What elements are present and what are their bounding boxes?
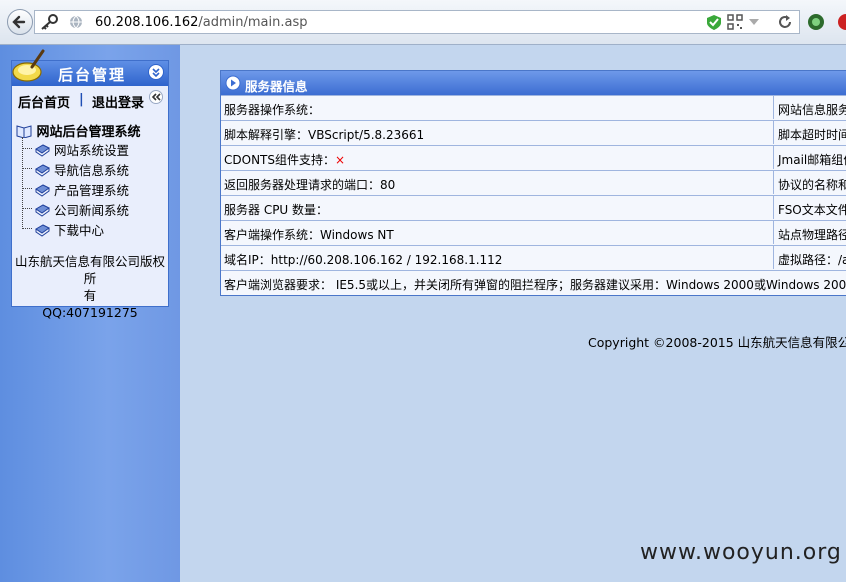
row-label: 返回服务器处理请求的端口：80 xyxy=(224,178,396,192)
row-label-right: 站点物理路径 xyxy=(778,228,846,242)
copyright-line: 有 xyxy=(83,288,97,303)
qr-code-icon[interactable] xyxy=(727,14,743,30)
table-row: 服务器操作系统： 网站信息服务 xyxy=(221,95,846,119)
tree-root-label: 网站后台管理系统 xyxy=(36,125,141,140)
tree-branch xyxy=(22,228,32,229)
server-info-table: 服务器信息 服务器操作系统： 网站信息服务 脚本解释引擎：VBScript/5.… xyxy=(220,70,846,296)
refresh-icon[interactable] xyxy=(777,14,793,30)
tree-connector xyxy=(22,137,23,229)
collapse-sidebar-button[interactable] xyxy=(149,90,163,104)
tree-branch xyxy=(22,168,32,169)
book-icon xyxy=(35,164,50,177)
column-divider xyxy=(773,221,774,244)
table-row: 返回服务器处理请求的端口：80 协议的名称和 xyxy=(221,170,846,194)
row-label-right: 虚拟路径：/a xyxy=(778,253,846,267)
sidebar-copyright: 山东航天信息有限公司版权所 有 QQ:407191275 xyxy=(12,253,168,321)
column-divider xyxy=(773,146,774,169)
row-label-right: FSO文本文件 xyxy=(778,203,846,217)
tree-branch xyxy=(22,208,32,209)
table-header: 服务器信息 xyxy=(221,71,846,95)
table-row: 客户端操作系统：Windows NT 站点物理路径 xyxy=(221,220,846,244)
row-label: 域名IP：http://60.208.106.162 / 192.168.1.1… xyxy=(224,253,503,267)
table-row: 客户端浏览器要求： IE5.5或以上，并关闭所有弹窗的阻拦程序；服务器建议采用：… xyxy=(221,270,846,296)
browser-toolbar: 60.208.106.162/admin/main.asp xyxy=(0,0,846,45)
play-circle-icon xyxy=(225,75,241,91)
link-separator: | xyxy=(79,92,84,107)
shield-icon[interactable] xyxy=(706,14,722,31)
tree-item-news[interactable]: 公司新闻系统 xyxy=(34,200,129,219)
book-icon xyxy=(35,204,50,217)
double-chevron-left-icon xyxy=(151,93,161,101)
row-label: CDONTS组件支持：× xyxy=(224,151,345,168)
menu-title: 后台管理 xyxy=(58,66,127,84)
row-label-right: 脚本超时时间 xyxy=(778,128,846,142)
url-text[interactable]: 60.208.106.162/admin/main.asp xyxy=(95,15,308,30)
row-label: 脚本解释引擎：VBScript/5.8.23661 xyxy=(224,128,425,142)
tree-item-label: 产品管理系统 xyxy=(53,183,129,198)
globe-icon xyxy=(70,15,82,29)
book-icon xyxy=(35,224,50,237)
row-label: 客户端操作系统：Windows NT xyxy=(224,228,394,242)
table-row: 脚本解释引擎：VBScript/5.8.23661 脚本超时时间 xyxy=(221,120,846,144)
double-chevron-down-icon xyxy=(152,68,160,78)
url-path: /admin/main.asp xyxy=(198,15,308,30)
tree-root[interactable]: 网站后台管理系统 xyxy=(16,121,141,140)
row-label-right: 协议的名称和 xyxy=(778,178,846,192)
tree-item-downloads[interactable]: 下载中心 xyxy=(34,220,104,239)
contact-qq: QQ:407191275 xyxy=(42,305,138,320)
tree-item-products[interactable]: 产品管理系统 xyxy=(34,180,129,199)
book-icon xyxy=(35,184,50,197)
column-divider xyxy=(773,171,774,194)
tree-item-navigation[interactable]: 导航信息系统 xyxy=(34,160,129,179)
tree-item-label: 公司新闻系统 xyxy=(53,203,129,218)
unsupported-mark: × xyxy=(335,153,346,167)
dropdown-arrow-icon[interactable] xyxy=(748,18,760,28)
menu-quick-links: 后台首页 | 退出登录 xyxy=(12,88,168,111)
partial-toolbar-icon[interactable] xyxy=(834,12,846,32)
admin-logo-icon xyxy=(12,49,45,82)
key-icon xyxy=(41,14,58,30)
address-bar[interactable]: 60.208.106.162/admin/main.asp xyxy=(34,10,800,34)
tree-branch xyxy=(22,148,32,149)
home-link[interactable]: 后台首页 xyxy=(18,92,70,111)
copyright-line: 山东航天信息有限公司版权所 xyxy=(14,254,165,286)
footer-copyright: Copyright ©2008-2015 山东航天信息有限公司 xyxy=(588,335,846,350)
table-row: 域名IP：http://60.208.106.162 / 192.168.1.1… xyxy=(221,245,846,269)
book-icon xyxy=(35,144,50,157)
browser-requirement: 客户端浏览器要求： IE5.5或以上，并关闭所有弹窗的阻拦程序；服务器建议采用：… xyxy=(224,278,846,292)
tree-item-label: 下载中心 xyxy=(53,223,104,238)
column-divider xyxy=(773,246,774,269)
logout-link[interactable]: 退出登录 xyxy=(92,92,144,111)
column-divider xyxy=(773,96,774,119)
table-row: 服务器 CPU 数量： FSO文本文件 xyxy=(221,195,846,219)
collapse-menu-button[interactable] xyxy=(148,64,164,80)
row-label-text: CDONTS组件支持： xyxy=(224,153,335,167)
extension-icon[interactable] xyxy=(806,12,826,32)
watermark: www.wooyun.org xyxy=(640,540,842,565)
back-arrow-icon xyxy=(12,15,26,29)
tree-item-label: 导航信息系统 xyxy=(53,163,129,178)
tree-item-label: 网站系统设置 xyxy=(53,143,129,158)
column-divider xyxy=(773,196,774,219)
tree-branch xyxy=(22,188,32,189)
open-book-icon xyxy=(16,125,32,139)
table-title: 服务器信息 xyxy=(245,79,308,94)
back-button[interactable] xyxy=(7,9,33,35)
row-label-right: Jmail邮箱组件 xyxy=(778,153,846,167)
row-label: 服务器 CPU 数量： xyxy=(224,203,329,217)
table-row: CDONTS组件支持：× Jmail邮箱组件 xyxy=(221,145,846,169)
row-label: 服务器操作系统： xyxy=(224,103,321,117)
column-divider xyxy=(773,121,774,144)
admin-menu-panel: 后台管理 后台首页 | 退出登录 网站后台管理系统 网站系统设置 导航信息系统 … xyxy=(11,49,169,320)
row-label-right: 网站信息服务 xyxy=(778,103,846,117)
url-host: 60.208.106.162 xyxy=(95,15,199,30)
tree-item-site-settings[interactable]: 网站系统设置 xyxy=(34,140,129,159)
menu-header: 后台管理 xyxy=(12,49,168,86)
